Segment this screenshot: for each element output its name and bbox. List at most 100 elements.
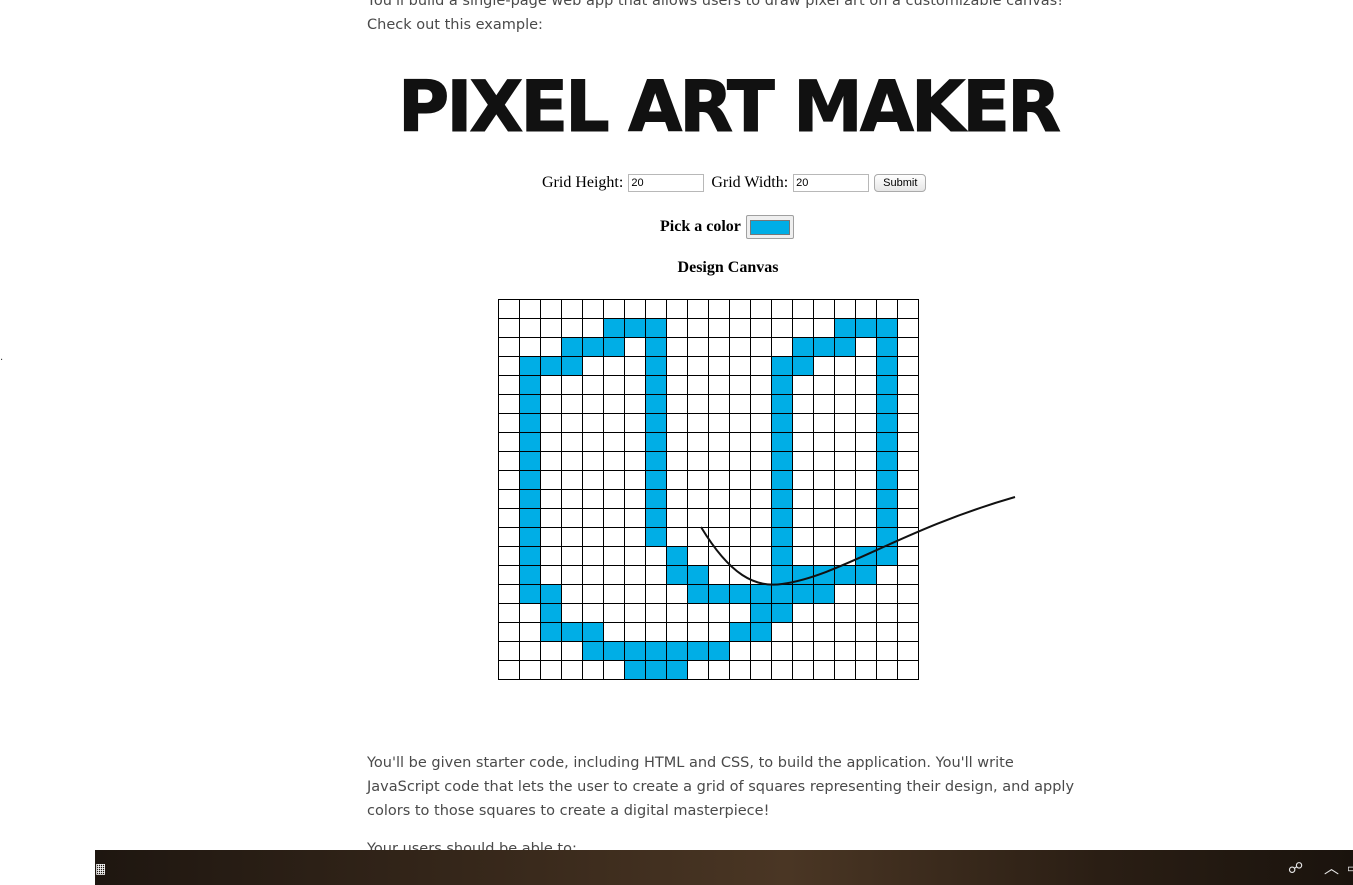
grid-cell[interactable] [729,603,751,623]
grid-cell[interactable] [792,451,814,471]
grid-cell[interactable] [645,413,667,433]
grid-cell[interactable] [603,470,625,490]
grid-cell[interactable] [603,451,625,471]
grid-cell[interactable] [540,394,562,414]
grid-cell[interactable] [792,508,814,528]
grid-cell[interactable] [540,622,562,642]
grid-cell[interactable] [876,451,898,471]
grid-cell[interactable] [813,603,835,623]
grid-cell[interactable] [498,451,520,471]
grid-cell[interactable] [708,660,730,680]
grid-cell[interactable] [729,470,751,490]
grid-cell[interactable] [897,337,919,357]
grid-cell[interactable] [771,375,793,395]
grid-cell[interactable] [834,584,856,604]
grid-cell[interactable] [813,470,835,490]
grid-cell[interactable] [855,546,877,566]
grid-cell[interactable] [645,527,667,547]
grid-cell[interactable] [708,451,730,471]
grid-cell[interactable] [792,413,814,433]
grid-cell[interactable] [624,432,646,452]
grid-cell[interactable] [876,660,898,680]
grid-cell[interactable] [750,451,772,471]
grid-cell[interactable] [708,432,730,452]
grid-cell[interactable] [771,413,793,433]
grid-cell[interactable] [855,584,877,604]
grid-cell[interactable] [561,527,583,547]
grid-cell[interactable] [603,413,625,433]
grid-cell[interactable] [813,546,835,566]
grid-cell[interactable] [876,489,898,509]
grid-cell[interactable] [897,641,919,661]
grid-cell[interactable] [624,318,646,338]
grid-cell[interactable] [624,299,646,319]
grid-cell[interactable] [498,546,520,566]
grid-cell[interactable] [834,318,856,338]
grid-cell[interactable] [771,432,793,452]
grid-cell[interactable] [729,413,751,433]
grid-cell[interactable] [561,318,583,338]
grid-cell[interactable] [582,318,604,338]
grid-cell[interactable] [729,622,751,642]
grid-cell[interactable] [729,394,751,414]
grid-cell[interactable] [540,413,562,433]
grid-cell[interactable] [498,584,520,604]
grid-cell[interactable] [666,413,688,433]
grid-cell[interactable] [645,641,667,661]
grid-cell[interactable] [561,413,583,433]
grid-cell[interactable] [519,641,541,661]
grid-cell[interactable] [855,375,877,395]
grid-cell[interactable] [729,660,751,680]
grid-cell[interactable] [624,356,646,376]
grid-cell[interactable] [729,356,751,376]
grid-cell[interactable] [645,299,667,319]
network-icon[interactable]: ▭ [1347,858,1353,878]
grid-cell[interactable] [603,584,625,604]
grid-cell[interactable] [855,527,877,547]
grid-cell[interactable] [603,318,625,338]
grid-cell[interactable] [750,565,772,585]
grid-cell[interactable] [603,622,625,642]
grid-cell[interactable] [792,375,814,395]
grid-cell[interactable] [771,470,793,490]
grid-cell[interactable] [687,356,709,376]
grid-cell[interactable] [855,337,877,357]
grid-cell[interactable] [729,432,751,452]
grid-cell[interactable] [582,622,604,642]
grid-cell[interactable] [855,565,877,585]
grid-cell[interactable] [603,375,625,395]
grid-cell[interactable] [666,527,688,547]
grid-cell[interactable] [666,299,688,319]
grid-cell[interactable] [561,489,583,509]
grid-cell[interactable] [519,489,541,509]
grid-cell[interactable] [603,603,625,623]
grid-cell[interactable] [540,546,562,566]
grid-cell[interactable] [519,508,541,528]
grid-cell[interactable] [603,527,625,547]
grid-cell[interactable] [624,565,646,585]
grid-cell[interactable] [582,337,604,357]
grid-cell[interactable] [561,622,583,642]
grid-cell[interactable] [498,660,520,680]
grid-cell[interactable] [498,603,520,623]
grid-cell[interactable] [645,394,667,414]
grid-cell[interactable] [792,356,814,376]
grid-cell[interactable] [666,546,688,566]
grid-cell[interactable] [498,337,520,357]
grid-cell[interactable] [771,318,793,338]
grid-cell[interactable] [792,527,814,547]
grid-cell[interactable] [708,527,730,547]
grid-cell[interactable] [708,584,730,604]
grid-cell[interactable] [687,527,709,547]
grid-cell[interactable] [834,565,856,585]
grid-cell[interactable] [666,394,688,414]
grid-cell[interactable] [603,394,625,414]
grid-cell[interactable] [708,603,730,623]
grid-cell[interactable] [897,413,919,433]
grid-cell[interactable] [687,299,709,319]
grid-cell[interactable] [792,432,814,452]
grid-cell[interactable] [582,584,604,604]
grid-cell[interactable] [876,641,898,661]
grid-cell[interactable] [855,660,877,680]
grid-cell[interactable] [876,413,898,433]
